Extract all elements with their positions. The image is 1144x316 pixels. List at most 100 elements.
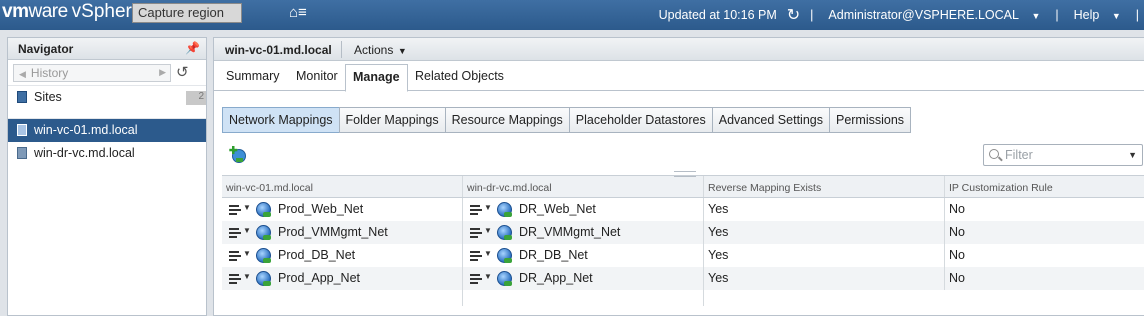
network-icon <box>256 271 271 286</box>
resize-grip[interactable] <box>674 171 696 177</box>
column-header[interactable]: win-vc-01.md.local <box>222 176 463 197</box>
chevron-down-icon: ▼ <box>1109 11 1121 21</box>
site-icon <box>17 91 27 103</box>
table-filler <box>222 290 704 306</box>
ip-rule-cell: No <box>949 248 965 262</box>
chevron-down-icon[interactable]: ▼ <box>243 272 251 281</box>
subtab-advanced-settings[interactable]: Advanced Settings <box>711 107 830 133</box>
table-header: win-vc-01.md.local win-dr-vc.md.local Re… <box>222 176 1144 198</box>
chevron-down-icon[interactable]: ▼ <box>484 249 492 258</box>
navigator-title: Navigator <box>18 42 74 56</box>
network-icon <box>497 202 512 217</box>
chevron-down-icon[interactable]: ▼ <box>484 272 492 281</box>
top-header: vmwarevSphere Web Client Capture region … <box>0 0 1144 30</box>
reverse-mapping-cell: Yes <box>704 198 945 221</box>
target-network: DR_VMMgmt_Net <box>519 225 621 239</box>
row-menu-icon[interactable] <box>470 205 484 215</box>
divider <box>8 109 206 119</box>
chevron-down-icon[interactable]: ▼ <box>484 203 492 212</box>
chevron-down-icon[interactable]: ▼ <box>243 203 251 212</box>
add-network-mapping-icon[interactable] <box>229 146 247 163</box>
history-icon[interactable]: ↺ <box>176 63 189 81</box>
home-menu-icon[interactable]: ⌂≡ <box>289 4 307 21</box>
table-row[interactable]: ▼ Prod_VMMgmt_Net ▼ DR_VMMgmt_Net Yes No <box>222 221 1144 244</box>
tab-summary[interactable]: Summary <box>226 69 279 83</box>
sidebar-item-label: win-dr-vc.md.local <box>34 146 135 160</box>
reverse-mapping-cell: Yes <box>704 267 945 290</box>
reverse-mapping-cell: Yes <box>704 244 945 267</box>
source-network: Prod_App_Net <box>278 271 361 285</box>
ip-rule-cell: No <box>949 202 965 216</box>
filter-input[interactable]: Filter ▼ <box>983 144 1143 166</box>
target-network: DR_DB_Net <box>519 248 588 262</box>
ip-rule-cell: No <box>949 271 965 285</box>
sidebar-item-win-vc-01[interactable]: win-vc-01.md.local <box>8 119 206 142</box>
navigator-panel: Navigator 📌 ◀ History ▶ ↺ Sites 2 win-vc-… <box>7 37 207 316</box>
source-network: Prod_Web_Net <box>278 202 364 216</box>
forward-arrow-icon[interactable]: ▶ <box>159 67 166 78</box>
network-mappings-table: win-vc-01.md.local win-dr-vc.md.local Re… <box>222 175 1144 306</box>
network-icon <box>256 248 271 263</box>
sidebar-item-sites[interactable]: Sites 2 <box>8 86 206 109</box>
table-row[interactable]: ▼ Prod_Web_Net ▼ DR_Web_Net Yes No <box>222 198 1144 221</box>
vcenter-icon <box>17 124 27 136</box>
row-menu-icon[interactable] <box>229 274 243 284</box>
network-icon <box>256 225 271 240</box>
column-header[interactable]: win-dr-vc.md.local <box>463 176 704 197</box>
ip-rule-cell: No <box>949 225 965 239</box>
count-badge: 2 <box>186 91 206 105</box>
table-row[interactable]: ▼ Prod_DB_Net ▼ DR_DB_Net Yes No <box>222 244 1144 267</box>
chevron-down-icon[interactable]: ▼ <box>484 226 492 235</box>
capture-region-overlay: Capture region <box>132 3 242 23</box>
help-menu[interactable]: Help ▼ <box>1069 8 1126 22</box>
source-network: Prod_VMMgmt_Net <box>278 225 388 239</box>
tab-related-objects[interactable]: Related Objects <box>415 69 504 83</box>
column-header[interactable]: Reverse Mapping Exists <box>704 176 945 197</box>
back-arrow-icon[interactable]: ◀ <box>19 69 26 79</box>
tab-manage[interactable]: Manage <box>345 64 408 92</box>
network-icon <box>497 225 512 240</box>
subtab-placeholder-datastores[interactable]: Placeholder Datastores <box>568 107 713 133</box>
tab-bar: Summary Monitor Manage Related Objects <box>214 61 1144 92</box>
subtab-permissions[interactable]: Permissions <box>828 107 912 133</box>
navigator-header: Navigator 📌 <box>8 38 206 60</box>
sidebar-item-label: win-vc-01.md.local <box>34 123 138 137</box>
subtab-folder-mappings[interactable]: Folder Mappings <box>338 107 446 133</box>
search-icon <box>989 149 999 159</box>
refresh-icon[interactable]: ↻ <box>787 5 800 25</box>
subtab-network-mappings[interactable]: Network Mappings <box>222 107 340 133</box>
chevron-down-icon[interactable]: ▼ <box>1128 150 1137 160</box>
divider <box>341 41 342 58</box>
header-separator: | <box>1055 8 1059 22</box>
user-menu[interactable]: Administrator@VSPHERE.LOCAL ▼ <box>823 8 1045 22</box>
network-icon <box>256 202 271 217</box>
subtab-resource-mappings[interactable]: Resource Mappings <box>444 107 570 133</box>
network-icon <box>497 248 512 263</box>
source-network: Prod_DB_Net <box>278 248 356 262</box>
chevron-down-icon[interactable]: ▼ <box>243 226 251 235</box>
main-panel: win-vc-01.md.local Actions ▼ Summary Mon… <box>213 37 1144 316</box>
history-navigation[interactable]: ◀ History ▶ <box>13 64 171 82</box>
row-menu-icon[interactable] <box>470 274 484 284</box>
updated-time: Updated at 10:16 PM <box>658 8 777 22</box>
row-menu-icon[interactable] <box>229 205 243 215</box>
actions-menu[interactable]: Actions ▼ <box>354 43 407 57</box>
table-row[interactable]: ▼ Prod_App_Net ▼ DR_App_Net Yes No <box>222 267 1144 290</box>
subtab-bar: Network Mappings Folder Mappings Resourc… <box>222 107 912 133</box>
sidebar-item-win-dr-vc[interactable]: win-dr-vc.md.local <box>8 142 206 165</box>
chevron-down-icon: ▼ <box>395 46 407 56</box>
column-header[interactable]: IP Customization Rule <box>945 176 1144 197</box>
row-menu-icon[interactable] <box>229 251 243 261</box>
row-menu-icon[interactable] <box>229 228 243 238</box>
chevron-down-icon[interactable]: ▼ <box>243 249 251 258</box>
chevron-down-icon: ▼ <box>1028 11 1041 21</box>
row-menu-icon[interactable] <box>470 228 484 238</box>
pin-icon[interactable]: 📌 <box>185 41 200 55</box>
object-title: win-vc-01.md.local <box>225 43 332 57</box>
target-network: DR_App_Net <box>519 271 593 285</box>
network-icon <box>497 271 512 286</box>
row-menu-icon[interactable] <box>470 251 484 261</box>
tab-monitor[interactable]: Monitor <box>296 69 338 83</box>
target-network: DR_Web_Net <box>519 202 596 216</box>
reverse-mapping-cell: Yes <box>704 221 945 244</box>
